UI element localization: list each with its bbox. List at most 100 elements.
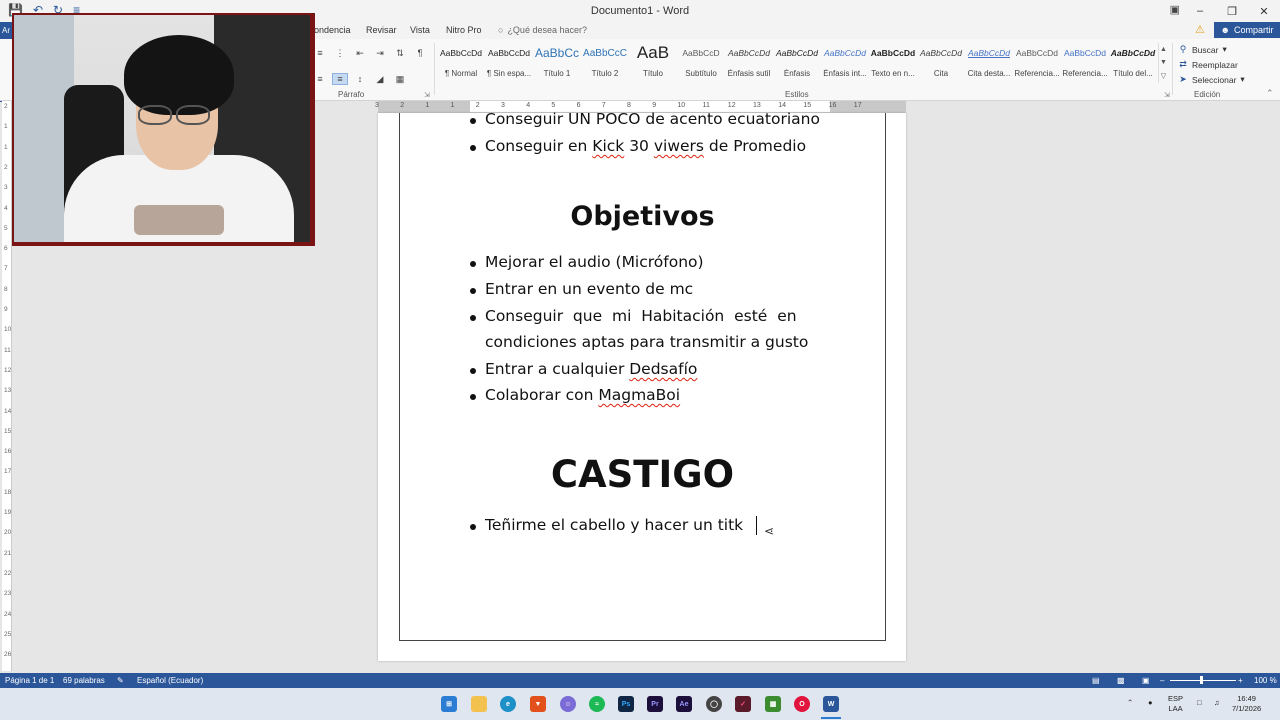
- pilcrow-icon[interactable]: ¶: [412, 48, 428, 58]
- proofing-icon[interactable]: ✎: [117, 676, 124, 685]
- more-styles-icon[interactable]: ▽: [1161, 72, 1166, 80]
- style-item[interactable]: AaBbCcDd Énfasis int...: [821, 43, 869, 83]
- vegas-icon[interactable]: ✓: [735, 696, 751, 712]
- after-effects-icon[interactable]: Ae: [676, 696, 692, 712]
- windows-start-icon[interactable]: ⊞: [441, 696, 457, 712]
- castigo-heading[interactable]: CASTIGO: [400, 453, 885, 496]
- tab-correspondencia[interactable]: ondencia: [314, 25, 351, 35]
- style-item[interactable]: AaBbCcDd ¶ Sin espa...: [485, 43, 533, 83]
- microphone-icon[interactable]: ●: [1148, 698, 1153, 708]
- premiere-icon[interactable]: Pr: [647, 696, 663, 712]
- tab-nitro-pro[interactable]: Nitro Pro: [446, 25, 482, 35]
- style-item[interactable]: AaBbCcDd Título del...: [1109, 43, 1157, 83]
- style-name: Énfasis int...: [823, 69, 867, 78]
- close-button[interactable]: ✕: [1248, 0, 1280, 22]
- bullet-item[interactable]: Mejorar el audio (Micrófono): [485, 253, 704, 271]
- bullet-item[interactable]: Entrar en un evento de mc: [485, 280, 693, 298]
- zoom-level[interactable]: 100 %: [1254, 676, 1277, 685]
- minecraft-icon[interactable]: ▦: [765, 696, 781, 712]
- bullet-text: Conseguir en: [485, 137, 593, 155]
- objetivos-heading[interactable]: Objetivos: [400, 201, 885, 232]
- bullet-continuation[interactable]: condiciones aptas para transmitir a gust…: [485, 333, 808, 351]
- style-item[interactable]: AaBbCcDd Cita: [917, 43, 965, 83]
- sort-icon[interactable]: ⇅: [392, 48, 408, 59]
- style-item[interactable]: AaBbCcDd ¶ Normal: [437, 43, 485, 83]
- word-icon[interactable]: W: [823, 696, 839, 712]
- obs-icon[interactable]: ◯: [706, 696, 722, 712]
- volume-icon[interactable]: ♫: [1214, 698, 1220, 708]
- styles-scroll[interactable]: ▲ ▼ ▽: [1158, 43, 1168, 83]
- paragraph-launcher-icon[interactable]: ⇲: [424, 91, 430, 99]
- style-item[interactable]: AaBbCcDd Énfasis sutil: [725, 43, 773, 83]
- page-count[interactable]: Página 1 de 1: [5, 676, 54, 685]
- edge-icon[interactable]: e: [500, 696, 516, 712]
- zoom-slider[interactable]: [1170, 680, 1236, 681]
- discord-icon[interactable]: ☺: [560, 696, 576, 712]
- style-item[interactable]: AaBbCc Título 1: [533, 43, 581, 83]
- style-name: Subtítulo: [685, 69, 717, 78]
- scroll-down-icon[interactable]: ▼: [1160, 59, 1167, 66]
- style-item[interactable]: AaBbCcDd Énfasis: [773, 43, 821, 83]
- style-name: Texto en n...: [871, 69, 915, 78]
- collapse-ribbon-icon[interactable]: ⌃: [1266, 88, 1274, 99]
- find-button[interactable]: ⚲ Buscar ▾: [1178, 42, 1268, 57]
- ruler-margin-left: [378, 101, 470, 113]
- print-layout-icon[interactable]: ▩: [1117, 676, 1125, 685]
- increase-indent-icon[interactable]: ⇥: [372, 48, 388, 59]
- style-item[interactable]: AaBbCcDd Cita desta...: [965, 43, 1013, 83]
- decrease-indent-icon[interactable]: ⇤: [352, 48, 368, 59]
- maximize-button[interactable]: ❐: [1216, 0, 1248, 22]
- style-item[interactable]: AaBbCcDd Texto en n...: [869, 43, 917, 83]
- clock[interactable]: 16:49 7/1/2026: [1232, 694, 1261, 714]
- search-icon: ⚲: [1179, 44, 1187, 54]
- read-mode-icon[interactable]: ▤: [1092, 676, 1100, 685]
- style-item[interactable]: AaBbCcDd Referencia...: [1061, 43, 1109, 83]
- bullet-item[interactable]: Conseguir que mi Habitación esté en: [485, 307, 797, 325]
- justify-icon[interactable]: ≡: [332, 73, 348, 85]
- share-button[interactable]: ☻ Compartir: [1214, 22, 1280, 38]
- cursor-icon: ➤: [1179, 74, 1187, 84]
- style-item[interactable]: AaBbCcDd Referencia...: [1013, 43, 1061, 83]
- style-item[interactable]: AaB Título: [629, 43, 677, 83]
- bullet-item[interactable]: Entrar a cualquier Dedsafío: [485, 360, 697, 378]
- web-layout-icon[interactable]: ▣: [1142, 676, 1150, 685]
- ribbon-display-icon[interactable]: ▣: [1170, 3, 1180, 16]
- style-item[interactable]: AaBbCcD Subtítulo: [677, 43, 725, 83]
- minimize-button[interactable]: –: [1184, 0, 1216, 22]
- bullet-item[interactable]: Teñirme el cabello y hacer un titk: [485, 516, 748, 534]
- opera-icon[interactable]: O: [794, 696, 810, 712]
- replace-button[interactable]: ⇄ Reemplazar: [1178, 57, 1268, 72]
- numbering-icon[interactable]: ⋮: [332, 48, 348, 59]
- warning-icon[interactable]: ⚠: [1195, 23, 1205, 36]
- shading-icon[interactable]: ◢: [372, 74, 388, 85]
- vertical-ruler[interactable]: 2 1 1 2 3 4 5 6 7 8 9 10 11 12 13 14 15 16 17 18 19 20 21 22 23 2…: [2, 101, 12, 671]
- scroll-up-icon[interactable]: ▲: [1160, 46, 1167, 53]
- input-language[interactable]: ESP LAA: [1168, 694, 1183, 714]
- word-count[interactable]: 69 palabras: [63, 676, 105, 685]
- styles-launcher-icon[interactable]: ⇲: [1164, 91, 1170, 99]
- tell-me-box[interactable]: ○ ¿Qué desea hacer?: [498, 25, 587, 35]
- style-item[interactable]: AaBbCcC Título 2: [581, 43, 629, 83]
- zoom-out-icon[interactable]: –: [1160, 676, 1164, 685]
- ruler-number: 14: [778, 102, 786, 109]
- ruler-number: 19: [4, 509, 12, 516]
- tray-expand-icon[interactable]: ⌃: [1127, 698, 1133, 708]
- tab-revisar[interactable]: Revisar: [366, 25, 397, 35]
- network-icon[interactable]: □: [1197, 698, 1202, 708]
- zoom-in-icon[interactable]: +: [1238, 676, 1243, 685]
- photoshop-icon[interactable]: Ps: [618, 696, 634, 712]
- brave-icon[interactable]: ▼: [530, 696, 546, 712]
- borders-icon[interactable]: ▦: [392, 74, 408, 85]
- bullet-item[interactable]: Colaborar con MagmaBoi: [485, 386, 680, 404]
- active-app-indicator: [821, 717, 841, 719]
- bullet-item[interactable]: Conseguir UN POCO de acento ecuatoriano: [485, 110, 820, 128]
- tab-vista[interactable]: Vista: [410, 25, 430, 35]
- ruler-number: 7: [4, 265, 8, 273]
- language-indicator[interactable]: Español (Ecuador): [137, 676, 203, 685]
- file-explorer-icon[interactable]: [471, 696, 487, 712]
- zoom-thumb[interactable]: [1200, 676, 1203, 684]
- line-spacing-icon[interactable]: ↕: [352, 74, 368, 84]
- bullet-item[interactable]: Conseguir en Kick 30 viwers de Promedio: [485, 137, 806, 155]
- select-button[interactable]: ➤ Seleccionar ▾: [1178, 72, 1268, 87]
- spotify-icon[interactable]: ≈: [589, 696, 605, 712]
